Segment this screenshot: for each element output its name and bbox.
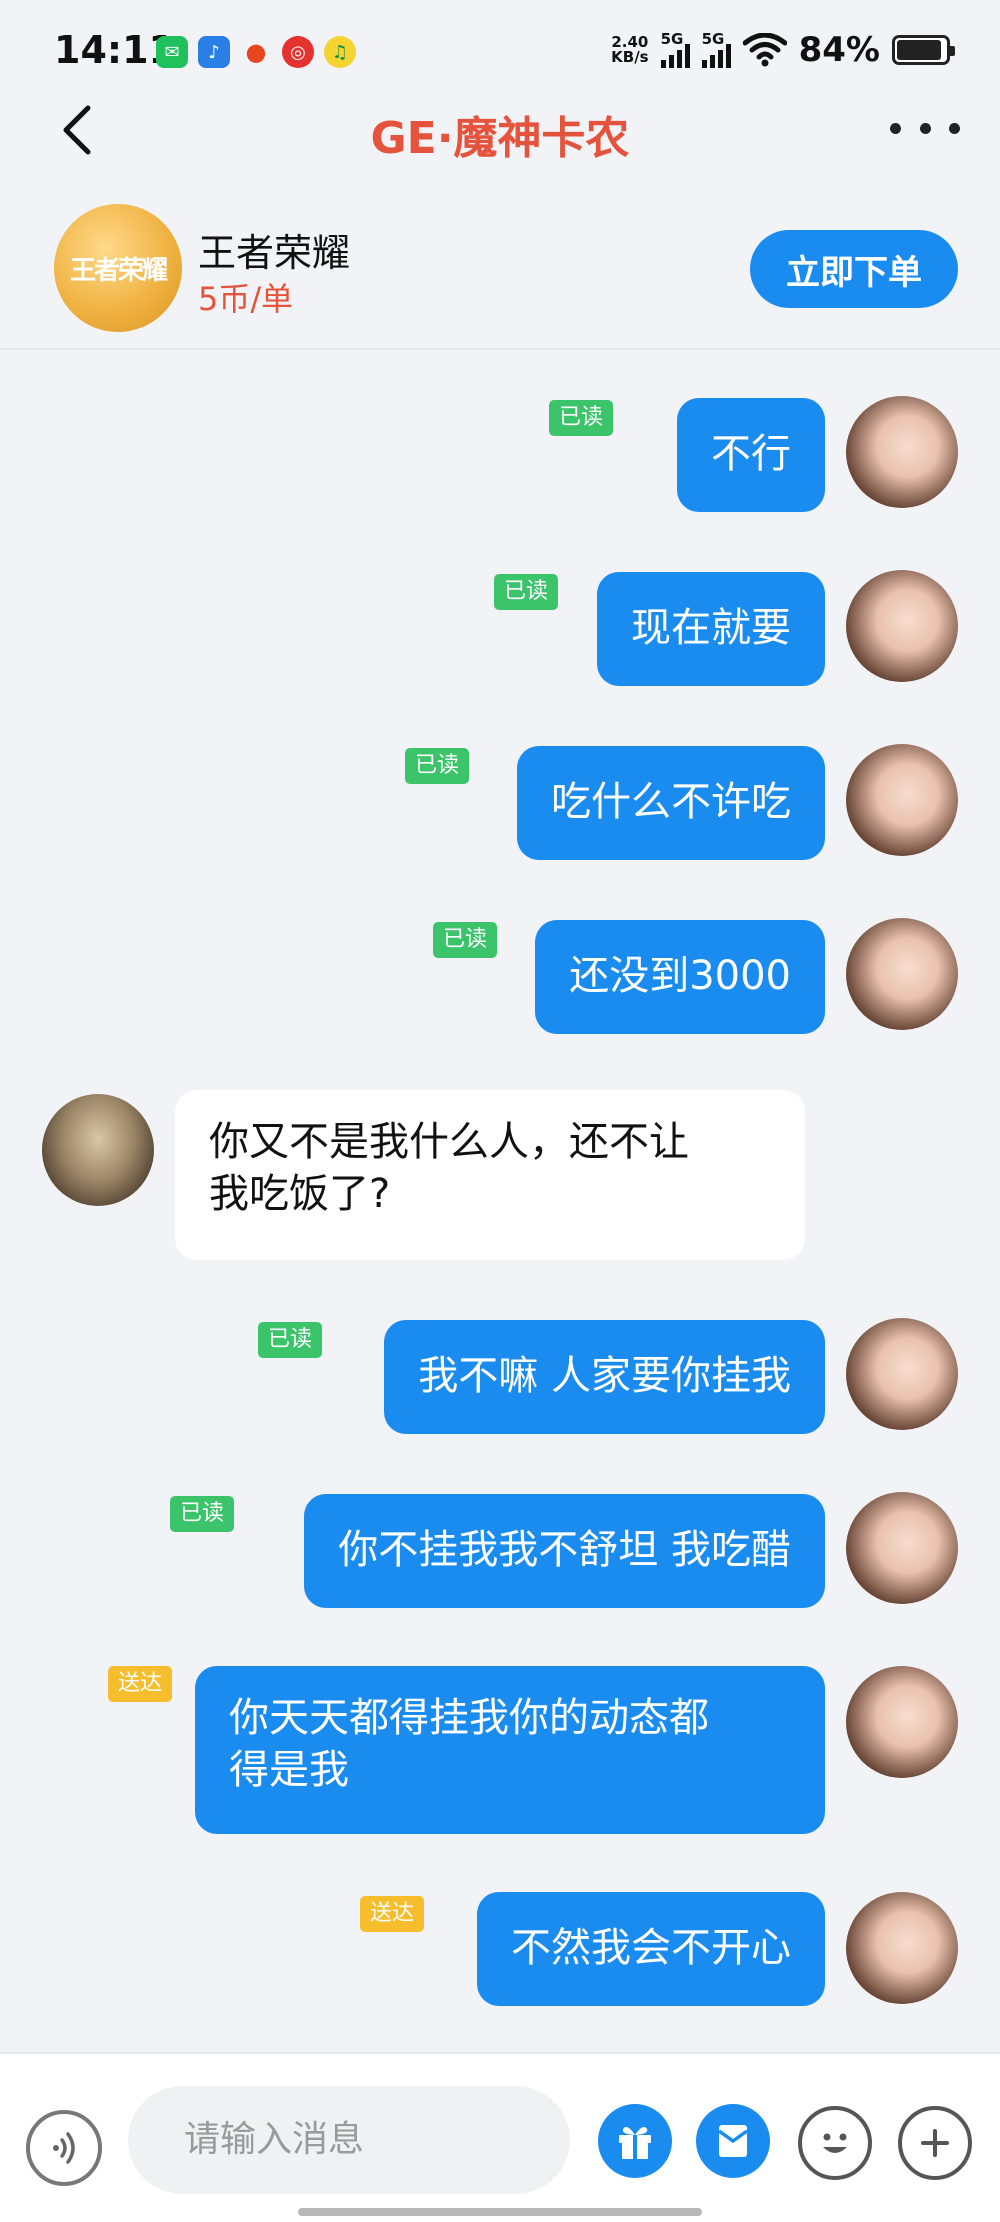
gift-button[interactable] (598, 2104, 672, 2178)
message-row: 你又不是我什么人，还不让 我吃饭了? (0, 1090, 1000, 1260)
read-status-badge: 已读 (169, 1496, 234, 1532)
more-dot-icon (949, 122, 960, 134)
more-dot-icon (890, 122, 901, 134)
message-bubble[interactable]: 吃什么不许吃 (517, 746, 825, 860)
message-bubble[interactable]: 你天天都得挂我你的动态都 得是我 (195, 1666, 825, 1834)
emoji-button[interactable] (798, 2106, 872, 2180)
read-status-badge: 已读 (257, 1322, 322, 1358)
my-avatar[interactable] (846, 1666, 958, 1778)
my-avatar[interactable] (846, 744, 958, 856)
my-avatar[interactable] (846, 396, 958, 508)
notification-icons: ✉ ♪ ● ◎ ♫ (156, 36, 356, 68)
read-status-badge: 已读 (432, 922, 497, 958)
chat-title: GE·魔神卡农 (370, 113, 630, 164)
contact-avatar[interactable] (42, 1094, 154, 1206)
net-speed: 2.40 KB/s (611, 35, 648, 65)
game-logo[interactable]: 王者荣耀 (54, 204, 182, 332)
read-status-badge: 已读 (404, 748, 469, 784)
music-app-icon: ♪ (198, 36, 230, 68)
message-row: 已读 吃什么不许吃 (0, 740, 1000, 860)
wechat-icon: ✉ (156, 36, 188, 68)
home-indicator[interactable] (298, 2208, 702, 2216)
red-packet-icon (717, 2125, 749, 2157)
signal-1-label: 5G (660, 30, 684, 48)
battery-percent: 84% (798, 30, 880, 70)
more-button[interactable] (890, 110, 960, 146)
input-bar: 请输入消息 (0, 2052, 1000, 2222)
read-status-badge: 已读 (493, 574, 558, 610)
message-row: 已读 不行 (0, 392, 1000, 512)
game-logo-text: 王者荣耀 (69, 255, 168, 286)
signal-icon-1: 5G (660, 30, 690, 68)
message-bubble[interactable]: 不然我会不开心 (477, 1892, 825, 2006)
qq-music-icon: ♫ (324, 36, 356, 68)
message-bubble[interactable]: 还没到3000 (535, 920, 825, 1034)
message-row: 已读 你不挂我我不舒坦 我吃醋 (0, 1492, 1000, 1612)
battery-icon (892, 35, 955, 65)
message-row: 送达 不然我会不开心 (0, 1892, 1000, 2012)
emoji-icon (823, 2133, 847, 2153)
service-bar: 王者荣耀 王者荣耀 5币/单 立即下单 (0, 192, 1000, 350)
plus-icon (921, 2129, 949, 2157)
my-avatar[interactable] (846, 1892, 958, 2004)
more-actions-button[interactable] (898, 2106, 972, 2180)
game-price: 5币/单 (198, 280, 294, 318)
voice-button[interactable] (26, 2110, 102, 2186)
chat-header: GE·魔神卡农 (0, 88, 1000, 168)
delivered-status-badge: 送达 (359, 1896, 424, 1932)
message-bubble[interactable]: 我不嘛 人家要你挂我 (384, 1320, 825, 1434)
red-packet-button[interactable] (696, 2104, 770, 2178)
my-avatar[interactable] (846, 1318, 958, 1430)
net-speed-unit: KB/s (611, 48, 649, 66)
message-bubble[interactable]: 现在就要 (597, 572, 825, 686)
weibo-icon: ● (240, 36, 272, 68)
netease-music-icon: ◎ (282, 36, 314, 68)
voice-icon (53, 2132, 75, 2164)
message-bubble[interactable]: 你又不是我什么人，还不让 我吃饭了? (175, 1090, 805, 1260)
signal-2-label: 5G (701, 30, 725, 48)
read-status-badge: 已读 (548, 400, 613, 436)
message-row: 已读 现在就要 (0, 566, 1000, 686)
battery-fill (897, 40, 941, 60)
message-input[interactable]: 请输入消息 (128, 2086, 570, 2194)
my-avatar[interactable] (846, 570, 958, 682)
order-now-button[interactable]: 立即下单 (750, 230, 958, 308)
message-row: 已读 还没到3000 (0, 914, 1000, 1034)
more-dot-icon (919, 122, 931, 134)
my-avatar[interactable] (846, 918, 958, 1030)
message-bubble[interactable]: 不行 (677, 398, 825, 512)
delivered-status-badge: 送达 (107, 1666, 172, 1702)
status-right: 2.40 KB/s 5G 5G 84% (611, 30, 955, 70)
message-bubble[interactable]: 你不挂我我不舒坦 我吃醋 (304, 1494, 825, 1608)
signal-icon-2: 5G (701, 30, 731, 68)
game-name: 王者荣耀 (198, 231, 351, 275)
my-avatar[interactable] (846, 1492, 958, 1604)
gift-icon (619, 2127, 651, 2159)
message-row: 送达 你天天都得挂我你的动态都 得是我 (0, 1666, 1000, 1836)
message-row: 已读 我不嘛 人家要你挂我 (0, 1318, 1000, 1438)
wifi-icon (742, 33, 787, 67)
